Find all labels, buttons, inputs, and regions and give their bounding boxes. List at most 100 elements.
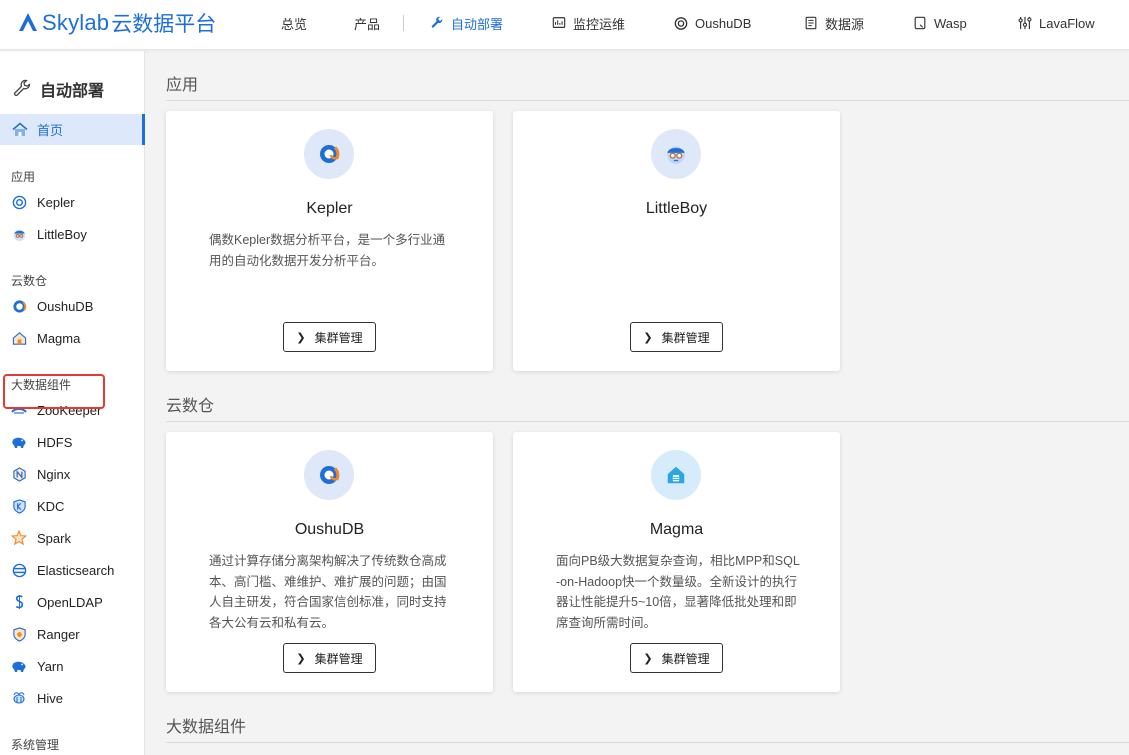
section-divider <box>166 100 1129 101</box>
sidebar-item-magma[interactable]: Magma <box>11 327 80 349</box>
nav-auto-deploy[interactable]: 自动部署 <box>430 13 503 33</box>
brand-suffix: 云数据平台 <box>111 12 217 36</box>
nav-products[interactable]: 产品 <box>354 13 380 33</box>
card-kepler: Kepler 偶数Kepler数据分析平台，是一个多行业通用的自动化数据开发分析… <box>166 111 493 371</box>
nav-divider <box>403 15 404 31</box>
sidebar-item-nginx[interactable]: Nginx <box>11 463 70 485</box>
sidebar-item-kepler[interactable]: Kepler <box>11 191 75 213</box>
chevron-right-icon: ❯ <box>296 652 306 665</box>
magma-icon <box>11 330 27 346</box>
openldap-icon <box>11 594 27 610</box>
oushudb-icon <box>304 450 354 500</box>
nav-label: 监控运维 <box>573 16 626 32</box>
sidebar-group-apps: 应用 <box>11 170 36 184</box>
nav-label: 总览 <box>281 16 308 32</box>
section-title-cloud-warehouse: 云数仓 <box>166 398 215 415</box>
monitor-icon <box>552 16 566 30</box>
nginx-icon <box>11 466 27 482</box>
sidebar-item-littleboy[interactable]: LittleBoy <box>11 223 87 245</box>
nav-label: 数据源 <box>825 16 865 32</box>
card-title: LittleBoy <box>645 200 708 217</box>
section-divider <box>166 421 1129 422</box>
sidebar-item-label: Hive <box>37 690 64 706</box>
sidebar-item-label: Nginx <box>37 466 71 482</box>
kepler-icon <box>11 194 27 210</box>
cluster-manage-button[interactable]: ❯ 集群管理 <box>283 322 376 352</box>
kepler-icon <box>304 129 354 179</box>
card-oushudb: OushuDB 通过计算存储分离架构解决了传统数仓高成本、高门槛、难维护、难扩展… <box>166 432 493 692</box>
nav-label: Wasp <box>934 15 967 31</box>
section-title-apps: 应用 <box>166 77 199 94</box>
sidebar-item-hive[interactable]: Hive <box>11 687 63 709</box>
card-description: 面向PB级大数据复杂查询，相比MPP和SQL-on-Hadoop快一个数量级。全… <box>556 554 800 630</box>
wrench-icon <box>12 79 32 99</box>
nav-label: 产品 <box>354 16 381 32</box>
card-title: OushuDB <box>294 521 365 538</box>
brand-logo[interactable]: Skylab 云数据平台 <box>16 8 216 38</box>
oushudb-icon <box>11 298 27 314</box>
card-description: 偶数Kepler数据分析平台，是一个多行业通用的自动化数据开发分析平台。 <box>209 233 446 268</box>
section-divider <box>166 742 1129 743</box>
cluster-manage-button[interactable]: ❯ 集群管理 <box>283 643 376 673</box>
sidebar-item-elasticsearch[interactable]: Elasticsearch <box>11 559 114 581</box>
ranger-shield-icon <box>11 626 27 642</box>
sidebar-item-label: 首页 <box>37 123 64 138</box>
sidebar-group-system: 系统管理 <box>11 738 60 752</box>
sidebar-item-label: Magma <box>37 330 81 346</box>
cluster-manage-button[interactable]: ❯ 集群管理 <box>630 322 723 352</box>
sidebar-title: 自动部署 <box>12 77 104 101</box>
cluster-manage-button[interactable]: ❯ 集群管理 <box>630 643 723 673</box>
flow-icon <box>1018 16 1032 30</box>
sidebar-item-label: Ranger <box>37 626 80 642</box>
chevron-right-icon: ❯ <box>296 331 306 344</box>
nav-label: OushuDB <box>695 15 752 31</box>
hdfs-elephant-icon <box>11 434 27 450</box>
sidebar-item-hdfs[interactable]: HDFS <box>11 431 72 453</box>
sidebar-item-spark[interactable]: Spark <box>11 527 71 549</box>
sidebar-item-kdc[interactable]: KDC <box>11 495 64 517</box>
button-label: 集群管理 <box>314 330 363 345</box>
sidebar-item-label: Yarn <box>37 658 64 674</box>
sidebar-group-cloud-warehouse: 云数仓 <box>11 274 48 288</box>
sidebar-title-label: 自动部署 <box>40 83 105 100</box>
card-magma: Magma 面向PB级大数据复杂查询，相比MPP和SQL-on-Hadoop快一… <box>513 432 840 692</box>
sidebar-item-label: Spark <box>37 530 71 546</box>
card-title: Magma <box>649 521 704 538</box>
sidebar-item-label: Elasticsearch <box>37 562 115 578</box>
chevron-right-icon: ❯ <box>643 331 653 344</box>
brand-name: Skylab <box>42 10 110 35</box>
nav-lavaflow[interactable]: LavaFlow <box>1018 13 1095 33</box>
sidebar-item-label: KDC <box>37 498 65 514</box>
nav-datasource[interactable]: 数据源 <box>804 13 864 33</box>
sidebar-item-label: OushuDB <box>37 298 94 314</box>
wasp-icon <box>913 16 927 30</box>
hive-bee-icon <box>11 690 27 706</box>
nav-monitoring[interactable]: 监控运维 <box>552 13 625 33</box>
button-label: 集群管理 <box>661 651 710 666</box>
sidebar-item-openldap[interactable]: OpenLDAP <box>11 591 103 613</box>
sidebar-item-ranger[interactable]: Ranger <box>11 623 80 645</box>
card-description: 通过计算存储分离架构解决了传统数仓高成本、高门槛、难维护、难扩展的问题；由国人自… <box>209 554 447 630</box>
littleboy-icon <box>11 226 27 242</box>
magma-icon <box>651 450 701 500</box>
sidebar-item-label: Kepler <box>37 194 75 210</box>
sidebar-item-home[interactable]: 首页 <box>0 114 145 145</box>
document-icon <box>804 16 818 30</box>
home-icon <box>12 121 28 138</box>
sidebar-item-oushudb[interactable]: OushuDB <box>11 295 93 317</box>
button-label: 集群管理 <box>314 651 363 666</box>
sidebar-item-label: OpenLDAP <box>37 594 103 610</box>
sidebar-item-label: HDFS <box>37 434 73 450</box>
chevron-right-icon: ❯ <box>643 652 653 665</box>
elasticsearch-icon <box>11 562 27 578</box>
nav-oushudb[interactable]: OushuDB <box>674 13 751 33</box>
oushudb-icon <box>674 16 688 30</box>
skylab-logo-icon <box>19 13 37 31</box>
nav-label: LavaFlow <box>1039 15 1095 31</box>
hdfs-highlight-box <box>3 374 105 409</box>
nav-overview[interactable]: 总览 <box>281 13 307 33</box>
nav-wasp[interactable]: Wasp <box>913 13 967 33</box>
spark-star-icon <box>11 530 27 546</box>
top-navbar: Skylab 云数据平台 总览 产品 自动部署 监控运维 OushuDB 数据源 <box>0 0 1129 50</box>
sidebar-item-yarn[interactable]: Yarn <box>11 655 64 677</box>
